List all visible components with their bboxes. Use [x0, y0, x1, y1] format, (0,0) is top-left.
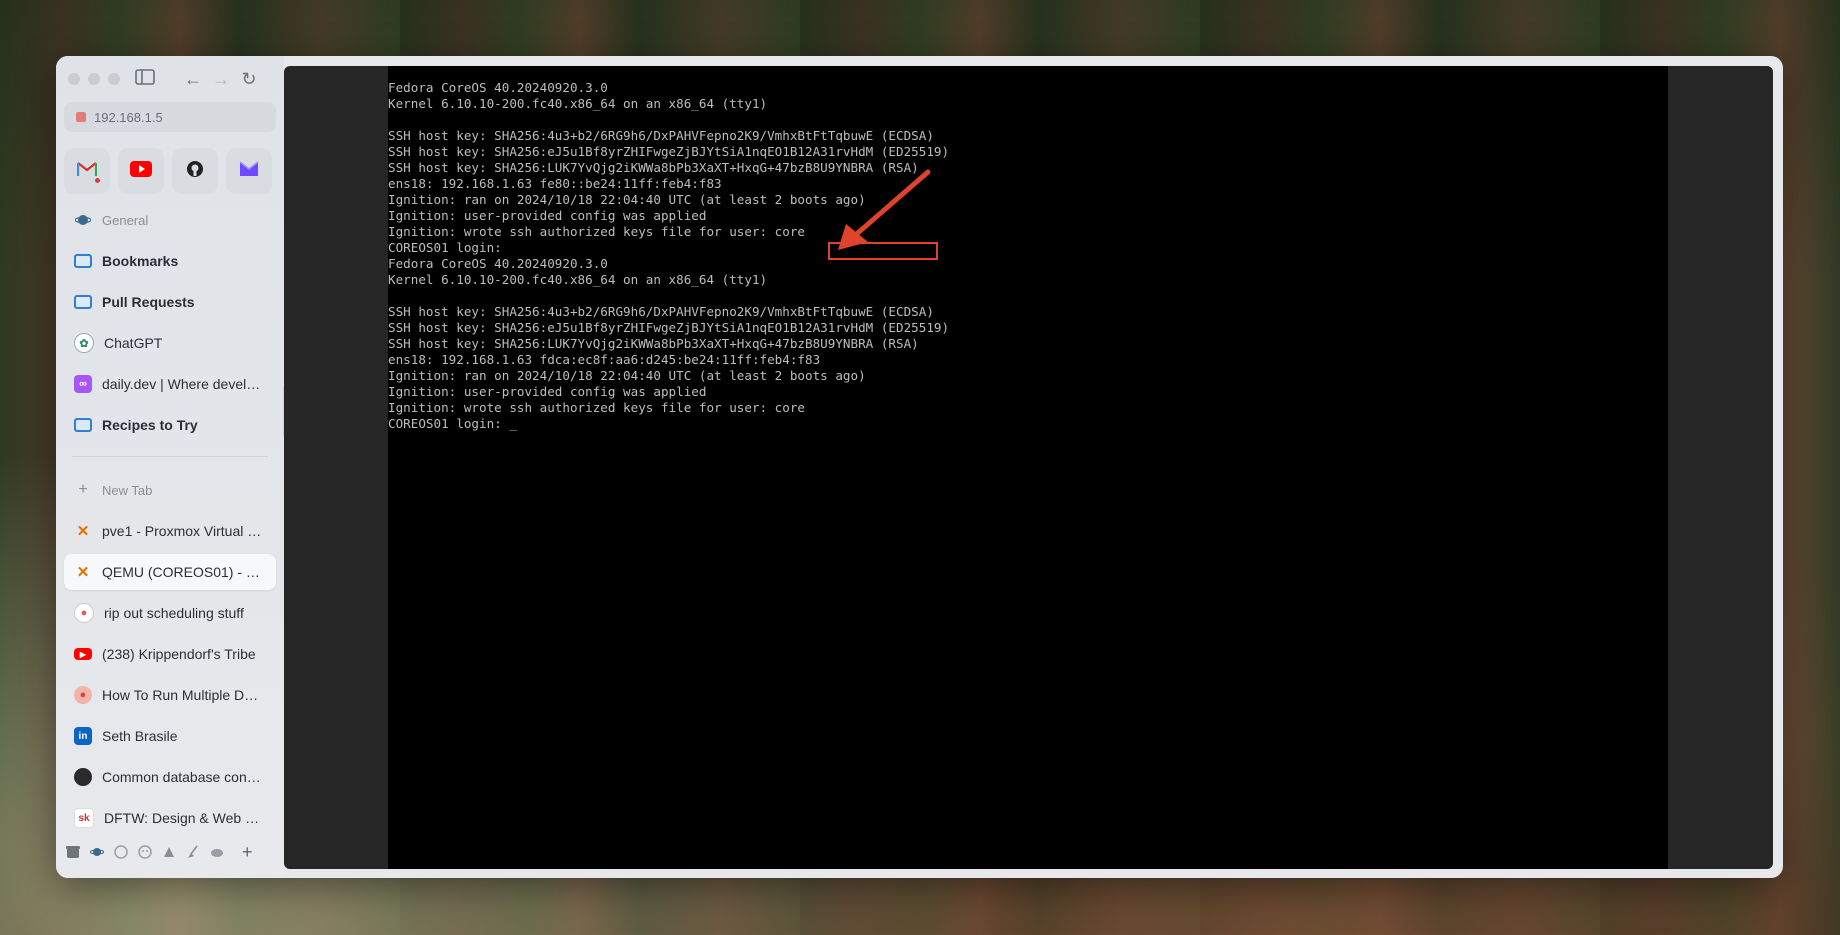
forward-arrow-icon[interactable]: → — [210, 68, 232, 90]
proton-mail-icon — [239, 160, 259, 182]
address-bar-url: 192.168.1.5 — [94, 109, 163, 125]
tab-icon: ● — [74, 603, 94, 623]
favorite-gmail[interactable] — [64, 148, 110, 194]
tab-qemu-coreos01[interactable]: ✕ QEMU (COREOS01) - noVNC — [64, 554, 276, 590]
browser-window: ← → ↻ 192.168.1.5 General Bookmarks Pull… — [56, 56, 1783, 878]
pinned-label: Recipes to Try — [102, 417, 198, 433]
tab-how-to-run-docker[interactable]: ● How To Run Multiple Docker Containers — [64, 677, 276, 713]
tab-dftw[interactable]: sk DFTW: Design & Web Development — [64, 800, 276, 836]
annotation-arrow — [838, 169, 931, 250]
tab-label: Common database connections — [102, 769, 262, 785]
tab-label: pve1 - Proxmox Virtual Environment — [102, 523, 262, 539]
tab-label: QEMU (COREOS01) - noVNC — [102, 564, 262, 580]
pinned-daily-dev[interactable]: ∞ daily.dev | Where developers grow toge… — [64, 366, 276, 402]
tab-label: How To Run Multiple Docker Containers — [102, 687, 262, 703]
pinned-recipes-to-try[interactable]: Recipes to Try — [64, 407, 276, 443]
tab-krippendorfs-tribe[interactable]: ▶ (238) Krippendorf's Tribe — [64, 636, 276, 672]
pinned-pull-requests[interactable]: Pull Requests — [64, 284, 276, 320]
window-controls — [68, 73, 120, 85]
favorite-youtube[interactable] — [118, 148, 164, 194]
pinned-label: ChatGPT — [104, 335, 163, 351]
tab-seth-brasile[interactable]: in Seth Brasile — [64, 718, 276, 754]
new-tab-button[interactable]: + New Tab — [64, 472, 276, 508]
space-icon-3[interactable] — [162, 845, 176, 859]
minimize-window-button[interactable] — [88, 73, 100, 85]
space-icon-2[interactable] — [138, 845, 152, 859]
favorites-row — [64, 148, 272, 194]
folder-icon — [74, 293, 92, 311]
archive-icon[interactable] — [66, 845, 80, 859]
reload-icon[interactable]: ↻ — [238, 68, 260, 90]
pinned-label: daily.dev | Where developers grow togeth… — [102, 376, 262, 392]
chatgpt-icon: ✿ — [74, 333, 94, 353]
pinned-label: Pull Requests — [102, 294, 195, 310]
space-label: General — [102, 212, 149, 228]
github-icon — [186, 160, 204, 183]
proxmox-icon: ✕ — [76, 564, 90, 581]
gmail-icon — [76, 161, 98, 182]
maximize-window-button[interactable] — [108, 73, 120, 85]
plus-icon: + — [78, 481, 88, 498]
sk-icon: sk — [74, 808, 94, 828]
tab-icon — [74, 768, 92, 786]
proxmox-icon: ✕ — [76, 523, 90, 540]
add-space-icon[interactable]: + — [242, 843, 253, 861]
sidebar-divider — [72, 456, 268, 457]
tab-label: Seth Brasile — [102, 728, 178, 744]
sidebar: ← → ↻ 192.168.1.5 General Bookmarks Pull… — [56, 56, 284, 878]
pinned-chatgpt[interactable]: ✿ ChatGPT — [64, 325, 276, 361]
close-window-button[interactable] — [68, 73, 80, 85]
pinned-label: Bookmarks — [102, 253, 179, 269]
space-icon-1[interactable] — [114, 845, 128, 859]
sidebar-bottom-bar: + — [66, 840, 276, 864]
youtube-icon: ▶ — [74, 648, 92, 660]
toggle-sidebar-icon[interactable] — [134, 68, 156, 90]
notification-dot — [95, 178, 100, 183]
folder-icon — [74, 252, 92, 270]
favorite-proton-mail[interactable] — [226, 148, 272, 194]
tab-icon: ● — [74, 686, 92, 704]
tab-common-database[interactable]: Common database connections — [64, 759, 276, 795]
linkedin-icon: in — [74, 727, 92, 745]
broom-icon[interactable] — [186, 845, 200, 859]
new-tab-label: New Tab — [102, 482, 153, 498]
back-arrow-icon[interactable]: ← — [182, 68, 204, 90]
address-bar[interactable]: 192.168.1.5 — [64, 102, 276, 132]
space-icon-4[interactable] — [210, 845, 224, 859]
tab-pve1[interactable]: ✕ pve1 - Proxmox Virtual Environment — [64, 513, 276, 549]
web-content-area: Fedora CoreOS 40.20240920.3.0 Kernel 6.1… — [284, 66, 1773, 869]
dailydev-icon: ∞ — [74, 375, 92, 393]
pinned-bookmarks[interactable]: Bookmarks — [64, 243, 276, 279]
tab-label: DFTW: Design & Web Development — [104, 810, 264, 826]
planet-icon — [74, 211, 92, 229]
tab-label: (238) Krippendorf's Tribe — [102, 646, 256, 662]
folder-icon — [74, 416, 92, 434]
vnc-console[interactable]: Fedora CoreOS 40.20240920.3.0 Kernel 6.1… — [388, 66, 1668, 869]
site-security-icon — [76, 112, 86, 122]
planet-icon[interactable] — [89, 845, 105, 859]
tab-label: rip out scheduling stuff — [104, 605, 244, 621]
tab-rip-out-scheduling[interactable]: ● rip out scheduling stuff — [64, 595, 276, 631]
space-label-general[interactable]: General — [64, 202, 276, 238]
youtube-icon — [130, 160, 152, 182]
favorite-github[interactable] — [172, 148, 218, 194]
